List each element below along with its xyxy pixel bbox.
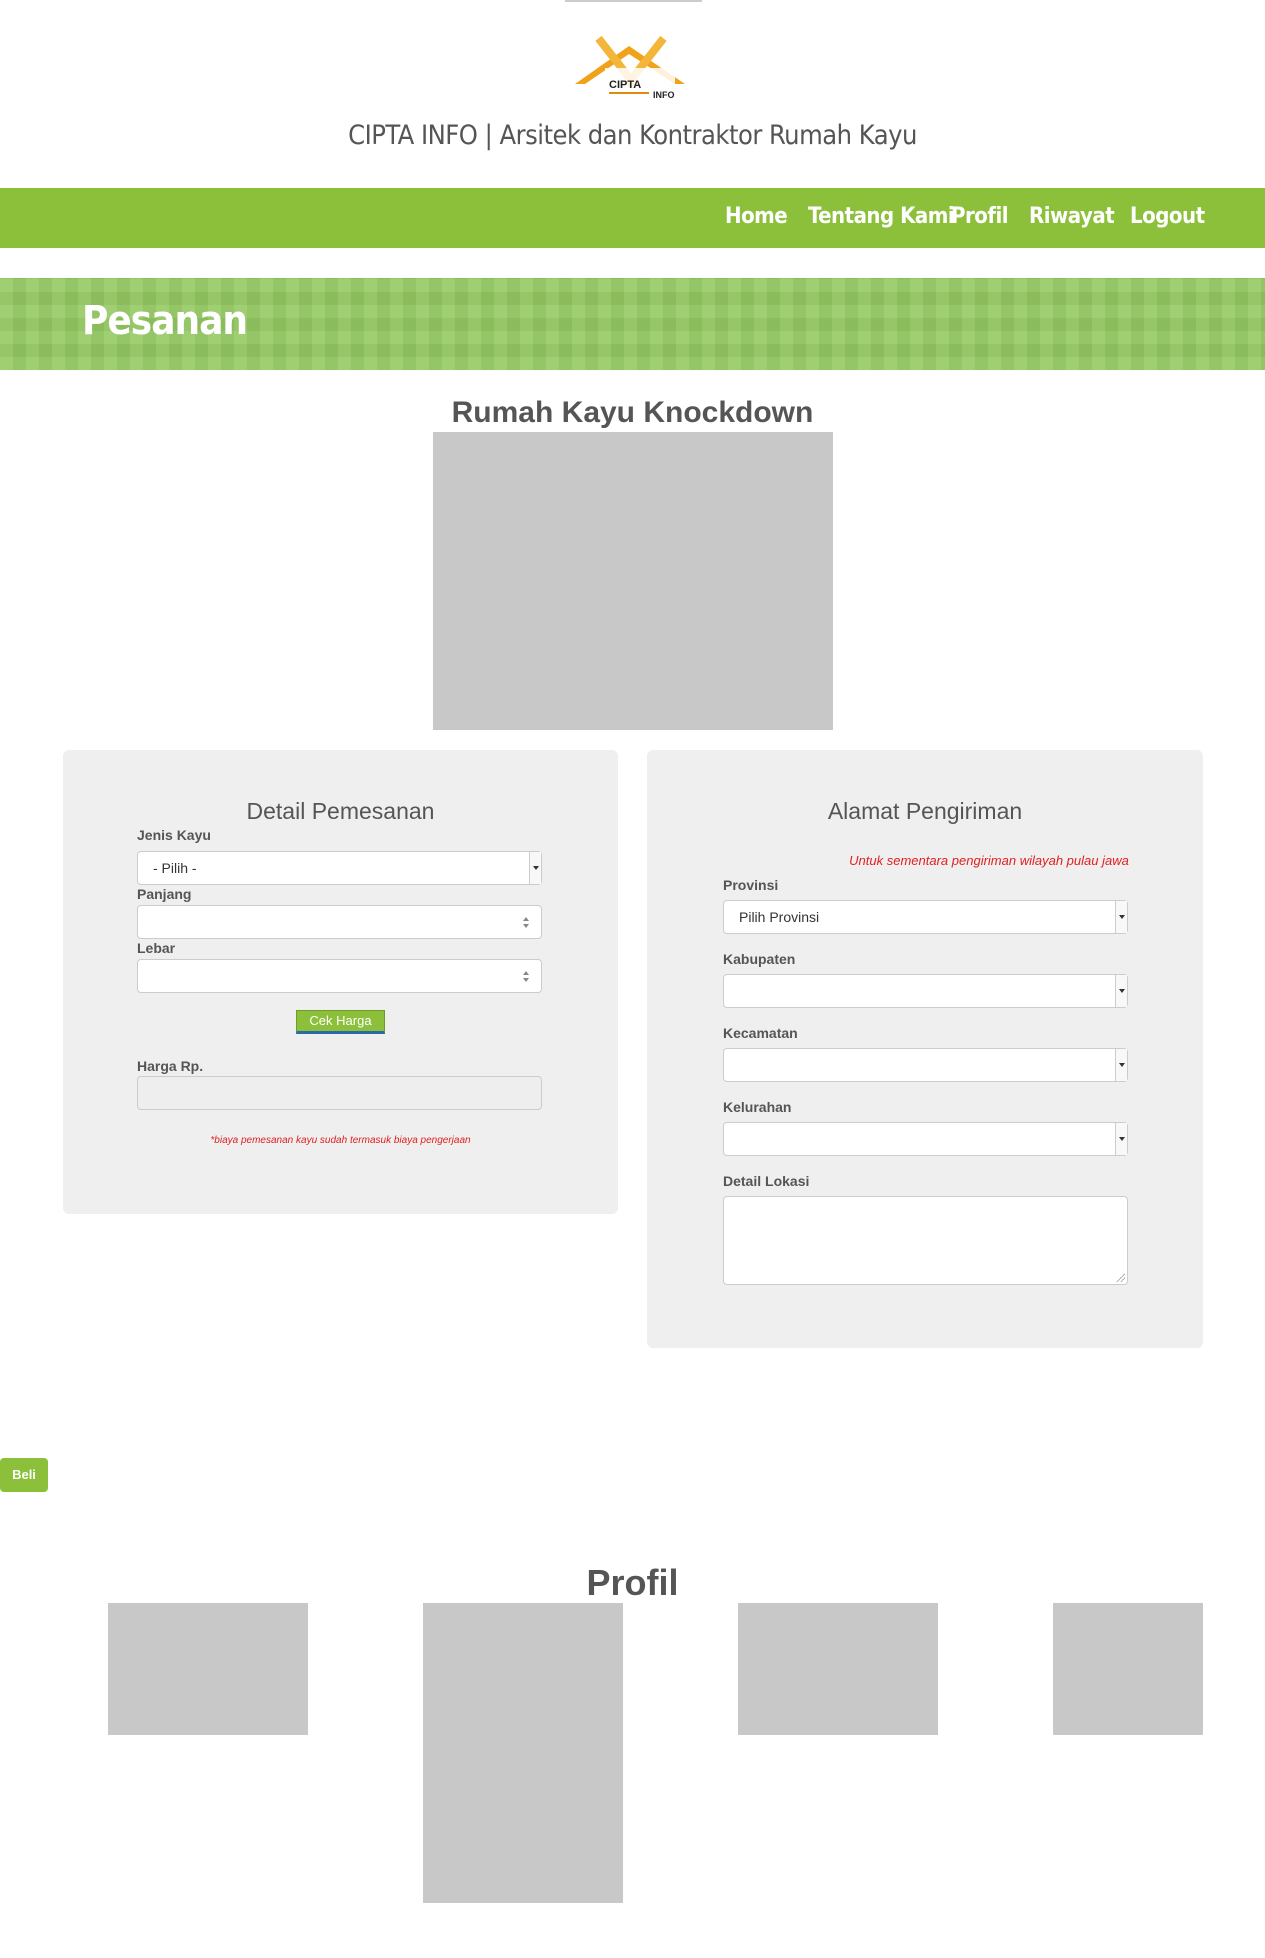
order-detail-heading: Detail Pemesanan bbox=[246, 798, 435, 824]
cek-harga-button[interactable]: Cek Harga bbox=[296, 1010, 385, 1034]
jenis-kayu-value: - Pilih - bbox=[153, 860, 197, 876]
detail-lokasi-textarea[interactable] bbox=[723, 1196, 1128, 1285]
chevron-down-icon bbox=[529, 852, 541, 884]
lebar-label: Lebar bbox=[137, 940, 176, 956]
product-photo bbox=[433, 432, 833, 730]
shipping-address-panel: Alamat Pengiriman Untuk sementara pengir… bbox=[647, 750, 1203, 1348]
number-spinner-icon[interactable] bbox=[523, 916, 531, 930]
panjang-label: Panjang bbox=[137, 886, 192, 902]
kecamatan-select[interactable] bbox=[723, 1048, 1128, 1082]
jenis-kayu-label: Jenis Kayu bbox=[137, 827, 211, 843]
nav-tentang-kami[interactable]: Tentang Kami bbox=[808, 204, 955, 229]
number-spinner-icon[interactable] bbox=[523, 970, 531, 984]
table-saw-photo bbox=[738, 1603, 938, 1735]
provinsi-value: Pilih Provinsi bbox=[739, 909, 820, 925]
kabupaten-label: Kabupaten bbox=[723, 951, 796, 967]
kelurahan-label: Kelurahan bbox=[723, 1099, 792, 1115]
kabupaten-select[interactable] bbox=[723, 974, 1128, 1008]
nav-riwayat[interactable]: Riwayat bbox=[1029, 204, 1115, 229]
lebar-input[interactable] bbox=[137, 959, 542, 993]
detail-lokasi-label: Detail Lokasi bbox=[723, 1173, 810, 1189]
shipping-note: Untuk sementara pengiriman wilayah pulau… bbox=[849, 853, 1129, 868]
company-sign-photo bbox=[108, 1603, 308, 1735]
page-title: Pesanan bbox=[82, 298, 248, 344]
nav-logout[interactable]: Logout bbox=[1130, 204, 1205, 229]
main-navbar: Home Tentang Kami Profil Riwayat Logout bbox=[0, 188, 1265, 248]
harga-field bbox=[137, 1076, 542, 1110]
resize-handle-icon[interactable] bbox=[1115, 1272, 1125, 1282]
top-divider bbox=[565, 0, 702, 2]
workshop-photo bbox=[1053, 1603, 1203, 1735]
page-banner: Pesanan bbox=[0, 278, 1265, 370]
site-logo[interactable]: CIPTA INFO bbox=[565, 28, 702, 112]
chevron-down-icon bbox=[1115, 1049, 1127, 1081]
chevron-down-icon bbox=[1115, 1123, 1127, 1155]
chevron-down-icon bbox=[1115, 975, 1127, 1007]
profil-title: Profil bbox=[586, 1562, 679, 1603]
svg-text:CIPTA: CIPTA bbox=[609, 79, 641, 91]
nav-profil[interactable]: Profil bbox=[951, 204, 1009, 229]
kelurahan-select[interactable] bbox=[723, 1122, 1128, 1156]
woodworking-machine-photo bbox=[423, 1603, 623, 1903]
svg-text:INFO: INFO bbox=[653, 90, 675, 100]
harga-label: Harga Rp. bbox=[137, 1058, 204, 1074]
shipping-heading: Alamat Pengiriman bbox=[827, 798, 1023, 824]
order-detail-panel: Detail Pemesanan Jenis Kayu - Pilih - Pa… bbox=[63, 750, 618, 1214]
beli-button[interactable]: Beli bbox=[0, 1458, 48, 1492]
site-title: CIPTA INFO | Arsitek dan Kontraktor Ruma… bbox=[348, 120, 917, 151]
provinsi-select[interactable]: Pilih Provinsi bbox=[723, 900, 1128, 934]
panjang-input[interactable] bbox=[137, 905, 542, 939]
provinsi-label: Provinsi bbox=[723, 877, 779, 893]
product-title: Rumah Kayu Knockdown bbox=[451, 396, 814, 429]
chevron-down-icon bbox=[1115, 901, 1127, 933]
jenis-kayu-select[interactable]: - Pilih - bbox=[137, 851, 542, 885]
kecamatan-label: Kecamatan bbox=[723, 1025, 798, 1041]
wooden-roof-logo-icon: CIPTA INFO bbox=[575, 35, 685, 100]
page: { "header": { "site_title": "CIPTA INFO … bbox=[0, 0, 1265, 1958]
nav-home[interactable]: Home bbox=[725, 204, 788, 229]
order-note: *biaya pemesanan kayu sudah termasuk bia… bbox=[210, 1135, 471, 1146]
